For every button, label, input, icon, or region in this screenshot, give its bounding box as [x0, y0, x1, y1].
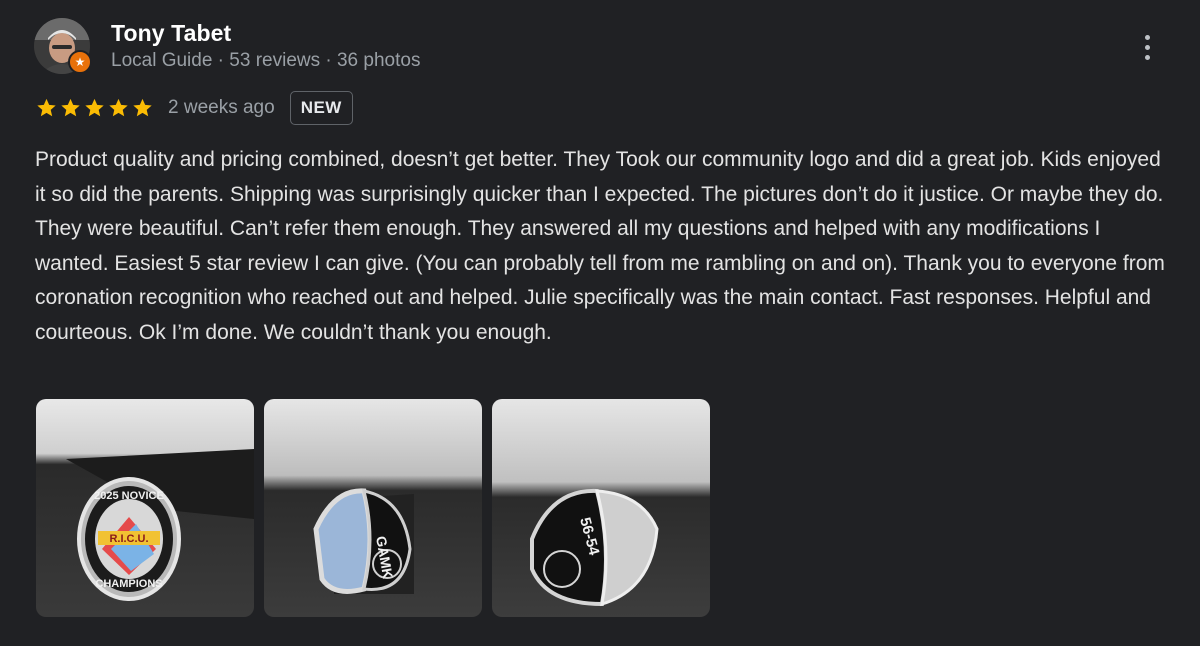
star-rating [35, 97, 154, 119]
star-icon [61, 98, 80, 117]
local-guide-star-icon: ★ [68, 50, 92, 74]
review-text: Product quality and pricing combined, do… [35, 148, 1165, 344]
reviewer-name[interactable]: Tony Tabet [111, 20, 231, 47]
review-photo-2[interactable]: GAMK [264, 399, 482, 617]
review-photo-1[interactable]: R.I.C.U. 2025 NOVICE CHAMPIONS [36, 399, 254, 617]
star-icon [37, 98, 56, 117]
review-photo-3[interactable]: 56-54 [492, 399, 710, 617]
reviewer-meta: Local Guide · 53 reviews · 36 photos [111, 50, 421, 71]
new-badge: NEW [289, 91, 353, 125]
more-dot [1144, 34, 1150, 40]
ring-top-text: 2025 NOVICE [94, 490, 164, 502]
more-dot [1144, 54, 1150, 60]
more-vert-icon[interactable] [1133, 30, 1161, 64]
rating-row: 2 weeks ago NEW [35, 90, 353, 126]
reviewer-avatar[interactable]: ★ [34, 18, 92, 74]
star-icon [109, 98, 128, 117]
star-icon [85, 98, 104, 117]
review-date: 2 weeks ago [168, 97, 275, 118]
ring-bottom-text: CHAMPIONS [95, 578, 162, 590]
star-icon [133, 98, 152, 117]
ring-center-text: R.I.C.U. [109, 533, 148, 545]
more-dot [1144, 44, 1150, 50]
